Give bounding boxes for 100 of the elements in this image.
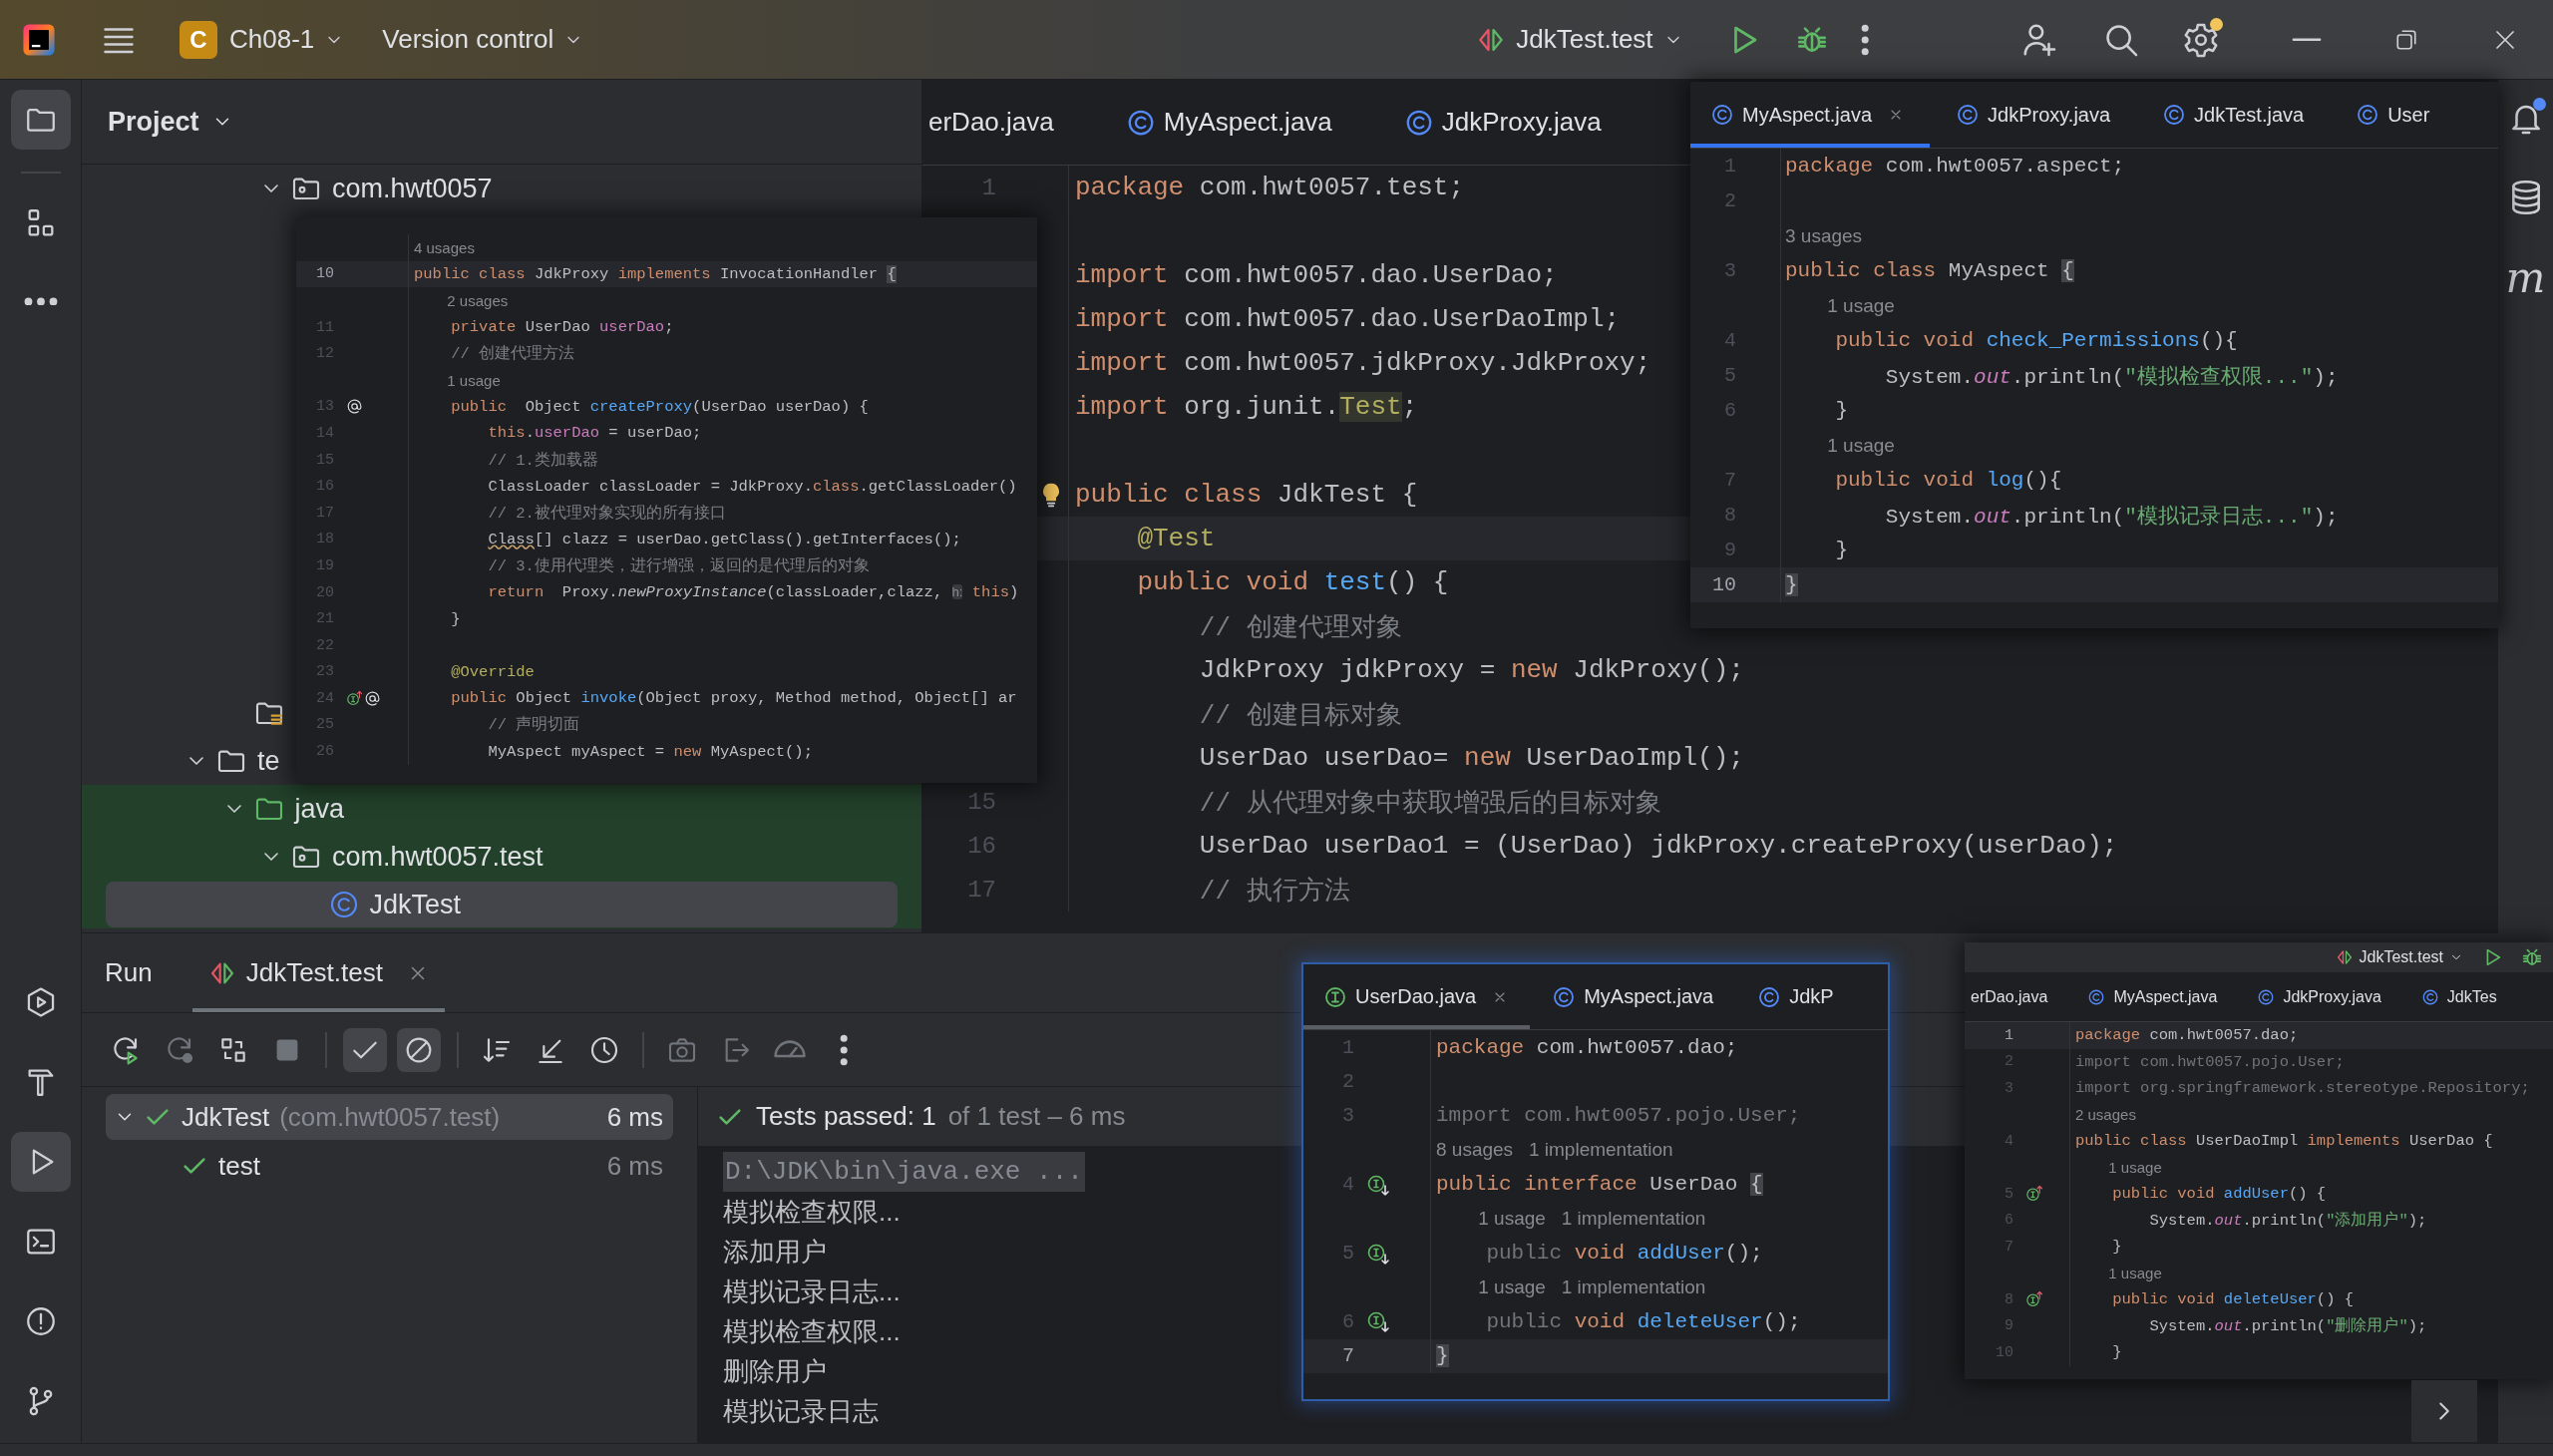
- editor-tab[interactable]: JdkProxy.java: [2237, 972, 2401, 1021]
- editor-tab[interactable]: erDao.java: [922, 80, 1090, 165]
- code-line: public void log(){: [1835, 469, 2062, 492]
- code-line: ClassLoader classLoader = JdkProxy.class.getClassLoader(): [488, 477, 1017, 496]
- code-line: public void deleteUser();: [1486, 1309, 1801, 1333]
- usage-hint[interactable]: 2 usages: [2075, 1106, 2136, 1124]
- tree-item-label[interactable]: JdkTest: [369, 889, 462, 920]
- app-logo: [22, 22, 56, 57]
- more-icon: [23, 296, 58, 306]
- class-icon: [2257, 987, 2276, 1006]
- code-line: this.userDao = userDao;: [488, 424, 702, 443]
- class-icon: [2087, 987, 2106, 1006]
- project-tool-button[interactable]: [10, 90, 71, 150]
- class-icon: [1552, 984, 1577, 1009]
- usage-hint[interactable]: 1 usage: [2108, 1265, 2162, 1282]
- code-line: import org.junit.Test;: [1075, 392, 1418, 422]
- run-config-dropdown[interactable]: JdkTest.test: [1470, 20, 1689, 59]
- console-output: 模拟记录日志...: [723, 1274, 901, 1308]
- vcs-dropdown[interactable]: Version control: [376, 20, 590, 59]
- code-line: import org.springframework.stereotype.Repository;: [2075, 1079, 2530, 1098]
- editor-tab[interactable]: MyAspect.java: [2067, 972, 2238, 1021]
- code-line: public Object createProxy(UserDao userDao) {: [451, 397, 869, 416]
- run-tool-button[interactable]: [10, 1132, 71, 1192]
- code-line: }: [2112, 1238, 2122, 1257]
- run-tab[interactable]: JdkTest.test: [191, 933, 445, 1012]
- code-line: System.out.println("添加用户");: [2149, 1210, 2427, 1232]
- more-icon: [839, 1033, 849, 1066]
- code-line: // 声明切面: [488, 715, 580, 736]
- code-line: return Proxy.newProxyInstance(classLoader,clazz, h: this): [488, 583, 1019, 601]
- console-output: 删除用户: [723, 1354, 827, 1388]
- implemented-method-icon[interactable]: [346, 689, 363, 707]
- usage-hint[interactable]: 1 usage: [2108, 1159, 2162, 1177]
- usage-hint[interactable]: 1 usage 1 implementation: [1478, 1208, 1706, 1231]
- editor-tab[interactable]: MyAspect.java: [1530, 964, 1736, 1029]
- usage-hint[interactable]: 1 usage: [1827, 294, 1895, 317]
- tree-item-label[interactable]: te: [257, 745, 280, 777]
- usage-hint[interactable]: 1 usage 1 implementation: [1478, 1275, 1706, 1298]
- code-line: import com.hwt0057.dao.UserDao;: [1075, 260, 1558, 290]
- usage-hint[interactable]: 4 usages: [414, 238, 475, 256]
- show-passed-button[interactable]: [343, 1027, 387, 1072]
- gauge-icon: [774, 1040, 806, 1059]
- console-command: D:\JDK\bin\java.exe ...: [723, 1152, 1085, 1192]
- usage-hint[interactable]: 1 usage: [447, 371, 501, 389]
- implemented-method-icon[interactable]: [2025, 1290, 2043, 1309]
- code-line: import com.hwt0057.dao.UserDaoImpl;: [1075, 304, 1621, 334]
- test-name[interactable]: JdkTest: [182, 1101, 270, 1133]
- console-output: 模拟检查权限...: [723, 1195, 901, 1229]
- workspace-dropdown[interactable]: Ch08-1: [223, 20, 351, 59]
- class-icon: [1956, 103, 1981, 127]
- code-line: public interface UserDao {: [1436, 1173, 1763, 1197]
- code-line: public void addUser() {: [2112, 1185, 2327, 1204]
- editor-tab[interactable]: MyAspect.java: [1089, 80, 1368, 165]
- implemented-method-icon[interactable]: [2025, 1185, 2043, 1204]
- usage-hint[interactable]: 1 usage: [1827, 434, 1895, 457]
- editor-tab[interactable]: JdkProxy.java: [1930, 82, 2137, 148]
- tree-item-label[interactable]: com.hwt0057: [332, 173, 493, 204]
- editor-tab[interactable]: User: [2330, 82, 2456, 148]
- line-number: 7: [1342, 1344, 1354, 1368]
- code-line: package com.hwt0057.test;: [1075, 173, 1465, 202]
- test-name[interactable]: test: [218, 1150, 260, 1182]
- editor-tab[interactable]: JdkTest.java: [2136, 82, 2331, 148]
- class-icon: [1710, 103, 1734, 127]
- run-config-dropdown[interactable]: JdkTest.test: [2333, 948, 2465, 966]
- code-line: }: [1835, 539, 1848, 561]
- maven-button[interactable]: m: [2502, 254, 2549, 300]
- code-line: // 从代理对象中获取增强后的目标对象: [1199, 787, 1661, 820]
- code-line: // 2.被代理对象实现的所有接口: [488, 503, 726, 524]
- code-line: import com.hwt0057.pojo.User;: [2075, 1052, 2345, 1071]
- test-summary: of 1 test – 6 ms: [947, 1101, 1126, 1132]
- code-line: public class MyAspect {: [1785, 259, 2074, 282]
- implementation-icon[interactable]: [1366, 1309, 1390, 1334]
- test-duration: 6 ms: [606, 1150, 663, 1182]
- code-line: package com.hwt0057.dao;: [1436, 1035, 1738, 1059]
- at-sign-icon[interactable]: [346, 398, 363, 416]
- usage-hint[interactable]: 2 usages: [447, 292, 509, 309]
- test-duration: 6 ms: [606, 1101, 663, 1133]
- bug-icon: [2521, 946, 2543, 968]
- code-line: public Object invoke(Object proxy, Method method, Object[] ar: [451, 689, 1017, 708]
- editor-tab[interactable]: JdkProxy.java: [1367, 80, 1638, 165]
- code-line: System.out.println("模拟检查权限...");: [1885, 364, 2339, 390]
- code-line: UserDao userDao1 = (UserDao) jdkProxy.createProxy(userDao);: [1199, 831, 2118, 861]
- editor-tab[interactable]: UserDao.java: [1303, 964, 1531, 1029]
- usage-hint[interactable]: 3 usages: [1785, 224, 1863, 247]
- editor-tab[interactable]: JdkP: [1735, 964, 1856, 1029]
- test-config-icon: [2335, 948, 2354, 966]
- editor-tab[interactable]: JdkTes: [2400, 972, 2517, 1021]
- tree-item-label[interactable]: com.hwt0057.test: [332, 841, 544, 873]
- usage-hint[interactable]: 8 usages 1 implementation: [1436, 1139, 1673, 1162]
- at-sign-icon[interactable]: [364, 689, 381, 707]
- editor-tab[interactable]: MyAspect.java: [1690, 82, 1931, 148]
- code-line: UserDao userDao= new UserDaoImpl();: [1199, 743, 1744, 773]
- show-ignored-button[interactable]: [397, 1027, 441, 1072]
- code-line: JdkProxy jdkProxy = new JdkProxy();: [1199, 655, 1744, 685]
- code-line: // 3.使用代理类，进行增强，返回的是代理后的对象: [488, 555, 870, 576]
- code-line: // 创建代理对象: [1199, 611, 1402, 644]
- console-output: 模拟记录日志: [723, 1394, 879, 1428]
- project-view-dropdown[interactable]: Project: [104, 102, 237, 142]
- code-line: }: [1835, 399, 1848, 422]
- tree-item-label[interactable]: java: [294, 793, 345, 825]
- editor-tab[interactable]: erDao.java: [1965, 972, 2068, 1021]
